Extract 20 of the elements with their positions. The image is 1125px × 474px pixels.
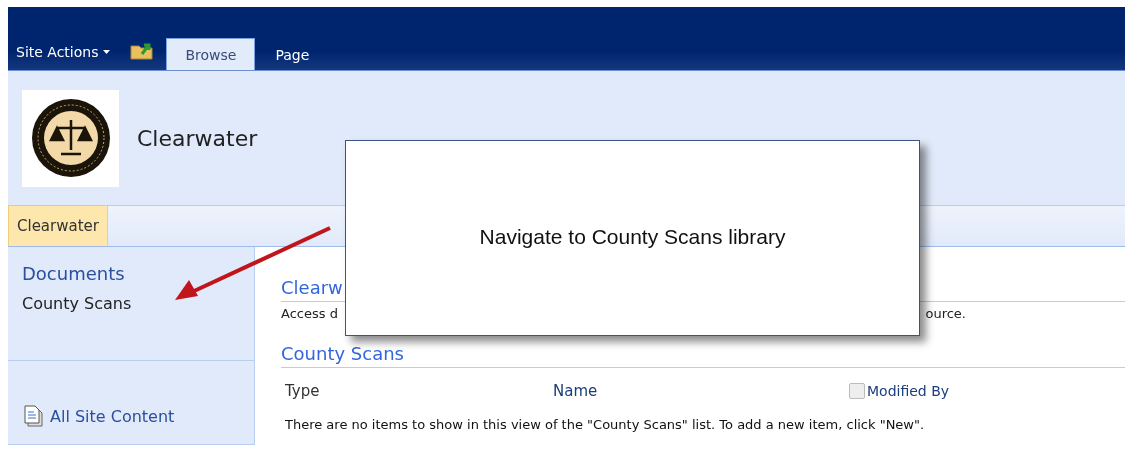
site-title: Clearwater bbox=[137, 125, 258, 151]
section-title[interactable]: Clearw bbox=[281, 277, 343, 298]
list-title[interactable]: County Scans bbox=[281, 343, 404, 364]
nav-item[interactable]: County Scans bbox=[22, 294, 254, 313]
nav-heading[interactable]: Documents bbox=[22, 263, 254, 284]
description-text: ource. bbox=[925, 306, 966, 321]
breadcrumb-link[interactable]: Clearwater bbox=[8, 206, 108, 246]
column-header[interactable]: Name bbox=[553, 382, 849, 400]
callout-text: Navigate to County Scans library bbox=[479, 225, 786, 249]
column-header[interactable]: Modified By bbox=[867, 383, 950, 399]
empty-list-message: There are no items to show in this view of the "County Scans" list. To add a new item, click "New". bbox=[284, 416, 926, 432]
site-actions-menu[interactable]: Site Actions bbox=[16, 44, 117, 70]
caret-icon bbox=[103, 50, 111, 54]
document-icon bbox=[24, 405, 44, 427]
all-site-content-link[interactable]: All Site Content bbox=[50, 406, 175, 426]
checkbox-icon[interactable] bbox=[849, 383, 865, 399]
ribbon-tab[interactable]: Page bbox=[257, 39, 328, 70]
description-text: Access d bbox=[281, 306, 338, 321]
ribbon-tab[interactable]: Browse bbox=[166, 38, 256, 70]
column-header[interactable]: Type bbox=[285, 382, 553, 400]
